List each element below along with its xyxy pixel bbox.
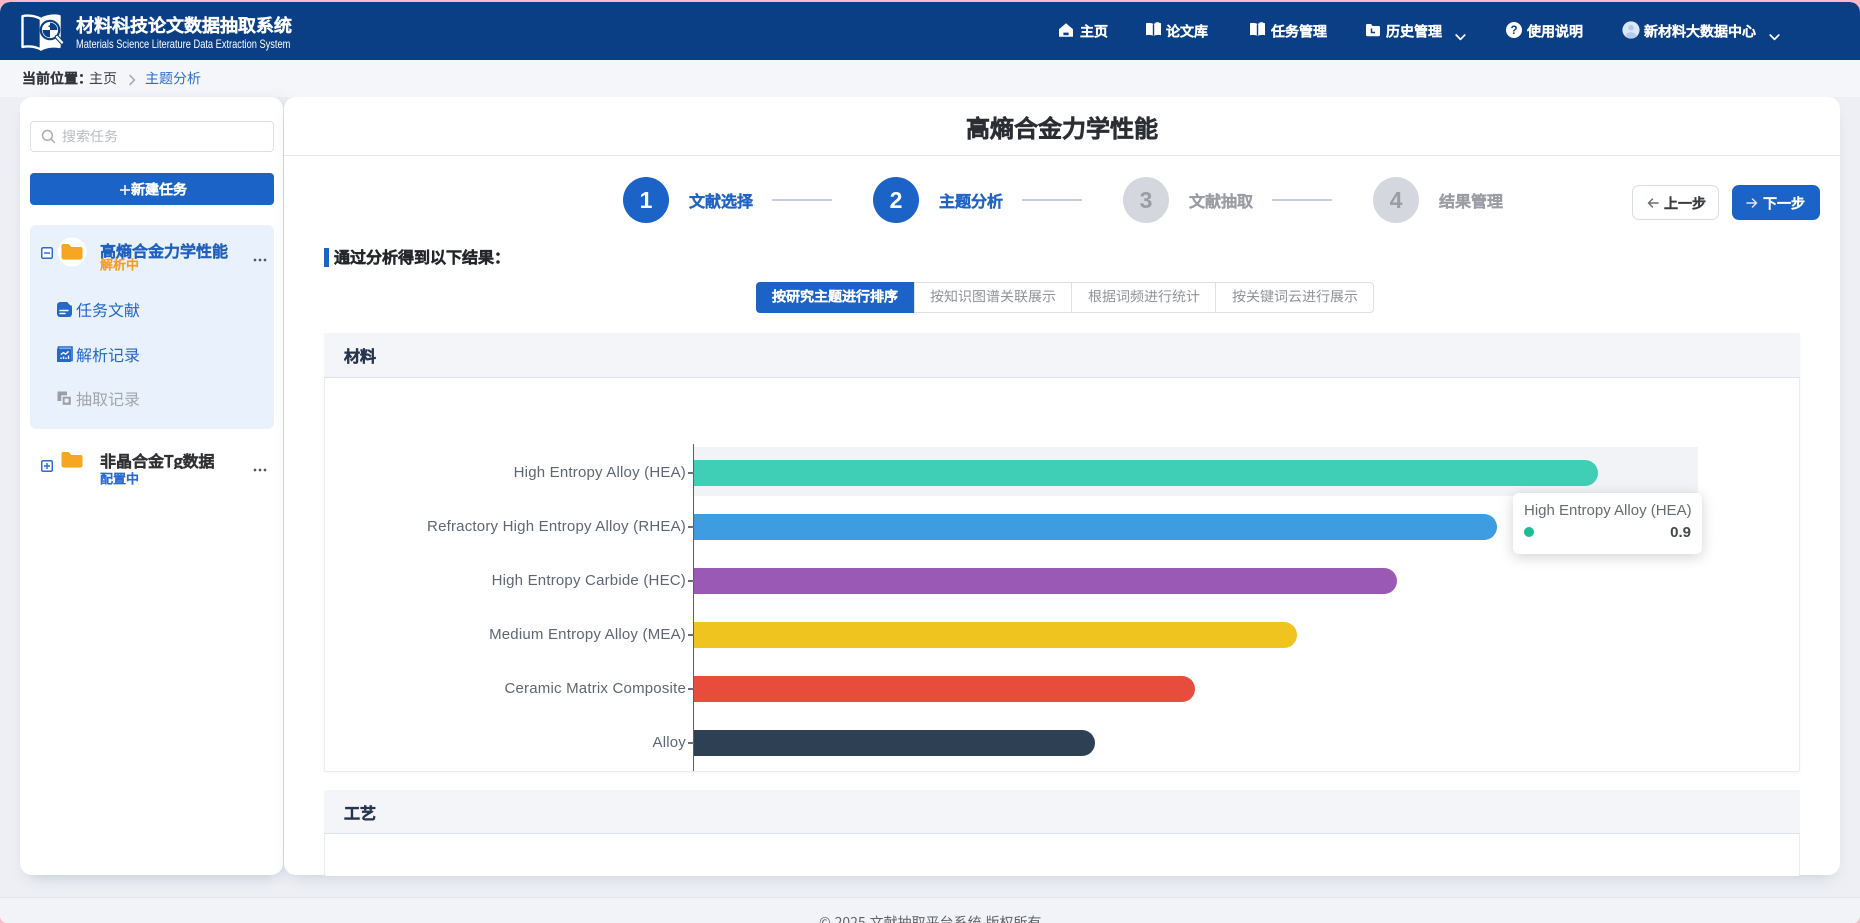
svg-text:?: ? — [1510, 24, 1517, 36]
